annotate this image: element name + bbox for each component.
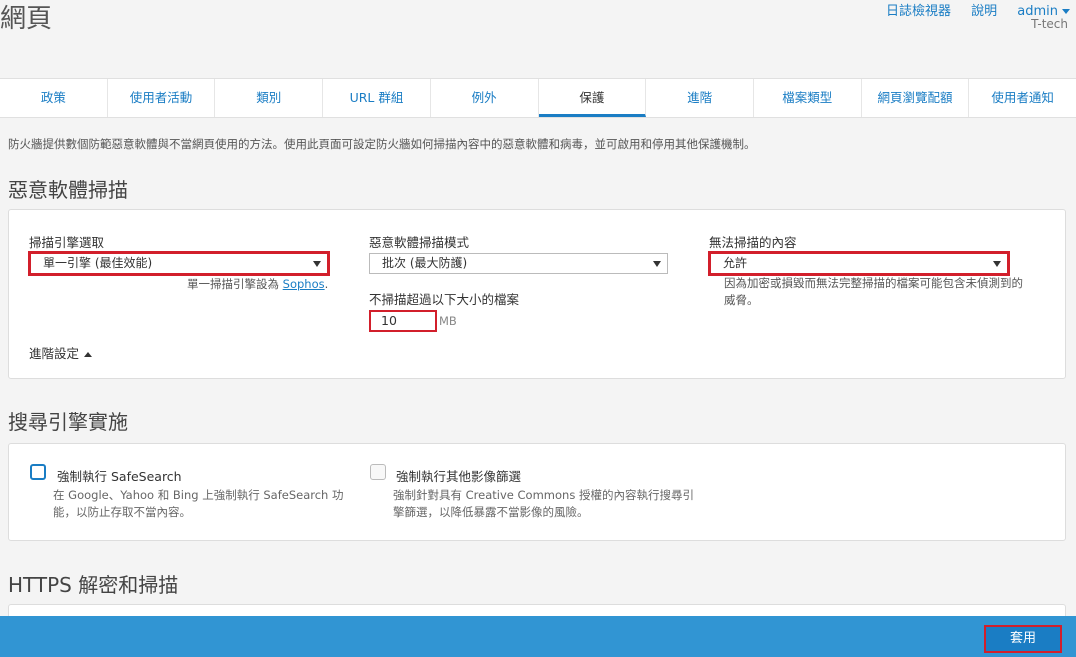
unscannable-select[interactable]: 允許 [708, 251, 1010, 276]
help-link[interactable]: 說明 [971, 4, 997, 19]
engine-hint-suffix: . [324, 277, 329, 291]
apply-button[interactable]: 套用 [984, 625, 1062, 653]
tab-bar: 政策 使用者活動 類別 URL 群組 例外 保護 進階 檔案類型 網頁瀏覽配額 … [0, 78, 1076, 118]
tab-protection[interactable]: 保護 [538, 79, 647, 117]
tab-advanced[interactable]: 進階 [646, 79, 754, 117]
chevron-down-icon [1062, 9, 1070, 14]
intro-text: 防火牆提供數個防範惡意軟體與不當網頁使用的方法。使用此頁面可設定防火牆如何掃描內… [8, 137, 756, 151]
safesearch-desc-line1: 在 Google、Yahoo 和 Bing 上強制執行 SafeSearch 功 [53, 488, 344, 502]
tab-user-notifications[interactable]: 使用者通知 [969, 79, 1076, 117]
safesearch-checkbox[interactable] [30, 464, 46, 480]
advanced-settings-toggle[interactable]: 進階設定 [29, 343, 93, 362]
chevron-down-icon [653, 261, 661, 267]
https-section-title: HTTPS 解密和掃描 [8, 573, 179, 597]
page: 網頁 日誌檢視器 說明 admin T-tech 政策 使用者活動 類別 URL… [0, 0, 1076, 657]
tab-file-types[interactable]: 檔案類型 [754, 79, 862, 117]
tab-url-groups[interactable]: URL 群組 [323, 79, 431, 117]
scan-mode-value: 批次 (最大防護) [382, 256, 468, 270]
unscannable-value: 允許 [723, 256, 748, 270]
image-filter-desc-line2: 擎篩選，以降低暴露不當影像的風險。 [393, 505, 589, 519]
engine-hint: 單一掃描引擎設為 Sophos. [187, 276, 328, 292]
image-filter-checkbox[interactable] [370, 464, 386, 480]
tab-exceptions[interactable]: 例外 [431, 79, 539, 117]
file-size-label: 不掃描超過以下大小的檔案 [369, 292, 520, 307]
chevron-down-icon [993, 261, 1001, 267]
safesearch-desc-line2: 能，以防止存取不當內容。 [53, 505, 191, 519]
tab-policy[interactable]: 政策 [0, 79, 108, 117]
engine-label: 掃描引擎選取 [29, 235, 105, 250]
engine-select[interactable]: 單一引擎 (最佳效能) [28, 251, 330, 276]
file-size-unit: MB [439, 314, 457, 328]
search-section-title: 搜尋引擎實施 [8, 410, 128, 434]
unscannable-hint: 因為加密或損毀而無法完整掃描的檔案可能包含未偵測到的威脅。 [724, 276, 1023, 307]
search-panel: 強制執行 SafeSearch 在 Google、Yahoo 和 Bing 上強… [8, 443, 1066, 541]
malware-panel: 掃描引擎選取 單一引擎 (最佳效能) 單一掃描引擎設為 Sophos. 惡意軟體… [8, 209, 1066, 379]
sophos-link[interactable]: Sophos [283, 277, 325, 291]
image-filter-desc-line1: 強制針對具有 Creative Commons 授權的內容執行搜尋引 [393, 488, 694, 502]
advanced-settings-label: 進階設定 [29, 346, 80, 361]
file-size-input[interactable]: 10 [369, 310, 437, 332]
org-name: T-tech [1031, 17, 1068, 31]
engine-value: 單一引擎 (最佳效能) [43, 256, 153, 270]
chevron-down-icon [313, 261, 321, 267]
chevron-up-icon [84, 352, 93, 357]
engine-hint-text: 單一掃描引擎設為 [187, 277, 283, 291]
scan-mode-select[interactable]: 批次 (最大防護) [369, 253, 668, 274]
tab-categories[interactable]: 類別 [215, 79, 324, 117]
unscannable-label: 無法掃描的內容 [709, 235, 797, 250]
log-viewer-link[interactable]: 日誌檢視器 [886, 4, 951, 19]
tab-browsing-quota[interactable]: 網頁瀏覽配額 [862, 79, 970, 117]
safesearch-label[interactable]: 強制執行 SafeSearch [57, 466, 182, 485]
image-filter-label[interactable]: 強制執行其他影像篩選 [396, 466, 521, 485]
page-title: 網頁 [0, 4, 53, 34]
malware-section-title: 惡意軟體掃描 [8, 178, 128, 202]
action-bar: 套用 [0, 616, 1076, 657]
scan-mode-label: 惡意軟體掃描模式 [369, 235, 470, 250]
tab-user-activity[interactable]: 使用者活動 [108, 79, 216, 117]
